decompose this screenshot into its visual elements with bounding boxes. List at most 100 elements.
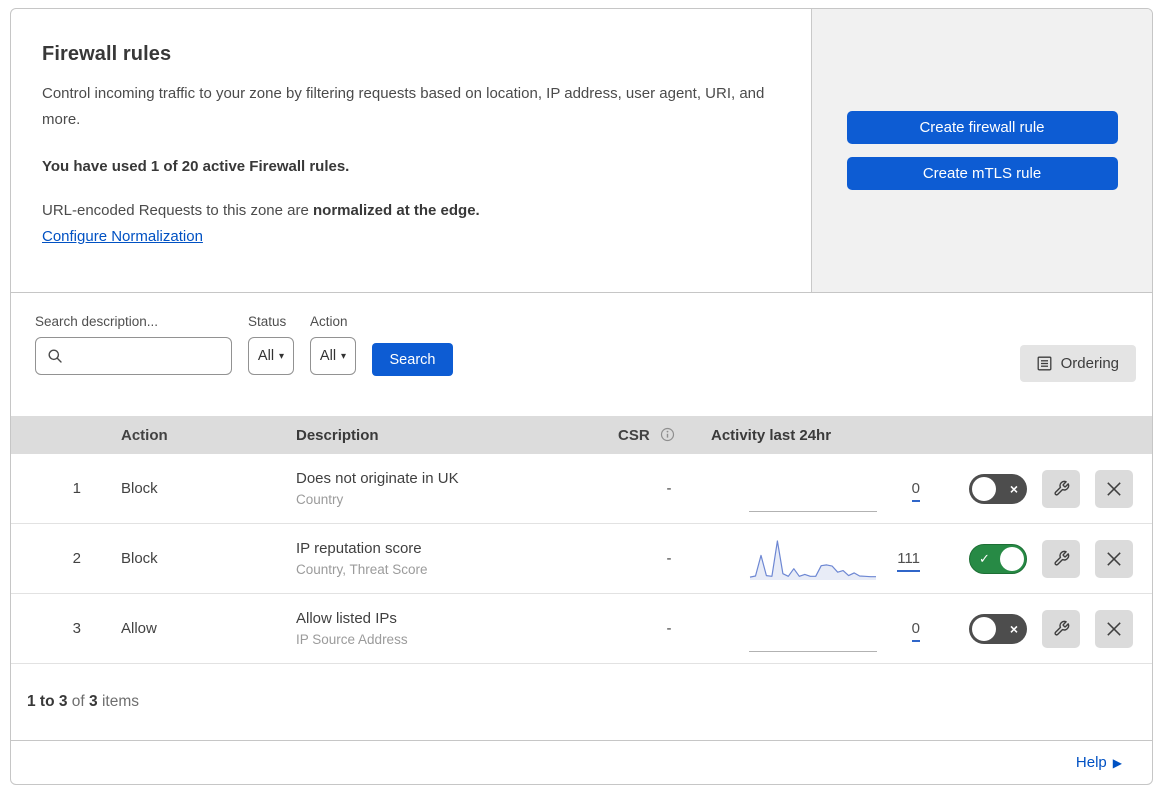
table-header: Action Description CSR Activity last 24h… (11, 416, 1152, 454)
items-word: items (97, 693, 139, 710)
rule-description[interactable]: Does not originate in UK (296, 470, 594, 487)
rule-csr: - (666, 480, 672, 497)
toggle-knob (972, 476, 996, 501)
rule-description-cell: Allow listed IPs IP Source Address (282, 610, 594, 647)
normalization-bold: normalized at the edge. (313, 201, 480, 219)
items-total: 3 (89, 693, 98, 710)
rule-priority: 3 (72, 620, 81, 637)
toggle-state-icon: × (1009, 620, 1018, 637)
rule-action: Block (121, 550, 158, 567)
rule-activity-cell: 0 (692, 466, 932, 512)
rule-description[interactable]: Allow listed IPs (296, 610, 594, 627)
close-icon (1105, 620, 1123, 638)
rule-csr: - (666, 620, 672, 637)
edit-rule-button[interactable] (1042, 539, 1080, 578)
rule-csr: - (666, 550, 672, 567)
table-row: 2 Block IP reputation score Country, Thr… (11, 524, 1152, 594)
delete-rule-button[interactable] (1095, 469, 1133, 508)
rule-description-cell: Does not originate in UK Country (282, 470, 594, 507)
ordering-button[interactable]: Ordering (1019, 345, 1136, 382)
rule-activity-cell: 0 (692, 606, 932, 652)
rule-enabled-toggle[interactable]: × (969, 613, 1027, 644)
page-title: Firewall rules (42, 43, 172, 65)
toggle-state-icon: × (1009, 480, 1018, 497)
rule-fields: IP Source Address (296, 632, 408, 647)
rule-controls: ✓ (932, 539, 1152, 578)
column-activity: Activity last 24hr (711, 426, 832, 444)
usage-notice: You have used 1 of 20 active Firewall ru… (42, 157, 350, 175)
close-icon (1105, 550, 1123, 568)
search-label: Search description... (35, 314, 159, 329)
normalization-prefix: URL-encoded Requests to this zone are (42, 201, 313, 219)
ordering-button-label: Ordering (1060, 355, 1119, 372)
table-row: 1 Block Does not originate in UK Country… (11, 454, 1152, 524)
status-label: Status (248, 314, 287, 329)
activity-count-link[interactable]: 0 (911, 619, 920, 642)
header-text-block: Firewall rules Control incoming traffic … (11, 9, 811, 292)
rule-description[interactable]: IP reputation score (296, 540, 594, 557)
info-icon[interactable] (660, 427, 675, 442)
close-icon (1105, 480, 1123, 498)
search-group: Search description... (35, 314, 232, 416)
activity-sparkline (749, 536, 877, 582)
firewall-rules-card: Firewall rules Control incoming traffic … (10, 8, 1153, 785)
pagination-summary: 1 to 3 of 3 items (11, 664, 1152, 741)
rule-controls: × (932, 469, 1152, 508)
search-button[interactable]: Search (372, 343, 453, 376)
activity-count-link[interactable]: 111 (897, 549, 920, 572)
search-box[interactable] (35, 337, 232, 375)
arrow-right-icon: ▶ (1112, 755, 1122, 770)
rule-priority: 1 (72, 480, 81, 497)
create-firewall-rule-button[interactable]: Create firewall rule (846, 111, 1118, 144)
rule-fields: Country (296, 492, 344, 507)
rule-action: Block (121, 480, 158, 497)
rule-activity-cell: 111 (692, 536, 932, 582)
edit-rule-button[interactable] (1042, 609, 1080, 648)
activity-sparkline-empty (749, 466, 877, 512)
normalization-notice: URL-encoded Requests to this zone are no… (42, 202, 771, 219)
table-row: 3 Allow Allow listed IPs IP Source Addre… (11, 594, 1152, 664)
chevron-down-icon: ▾ (341, 350, 347, 362)
help-label: Help (1075, 754, 1107, 771)
column-action: Action (121, 426, 168, 444)
create-mtls-rule-button[interactable]: Create mTLS rule (846, 157, 1118, 190)
action-filter-group: Action All ▾ (310, 314, 356, 416)
wrench-icon (1053, 550, 1070, 567)
list-ordering-icon (1037, 356, 1052, 371)
search-input[interactable] (70, 348, 231, 364)
status-dropdown[interactable]: All ▾ (248, 337, 294, 375)
configure-normalization-link[interactable]: Configure Normalization (42, 228, 203, 245)
header-section: Firewall rules Control incoming traffic … (11, 9, 1152, 293)
page-description: Control incoming traffic to your zone by… (42, 85, 765, 128)
action-value: All (319, 348, 337, 364)
rule-enabled-toggle[interactable]: ✓ (969, 543, 1027, 574)
rule-controls: × (932, 609, 1152, 648)
action-dropdown[interactable]: All ▾ (310, 337, 356, 375)
column-csr: CSR (594, 427, 692, 444)
rule-description-cell: IP reputation score Country, Threat Scor… (282, 540, 594, 577)
status-filter-group: Status All ▾ (248, 314, 294, 416)
activity-sparkline-empty (749, 606, 877, 652)
rule-fields: Country, Threat Score (296, 562, 428, 577)
wrench-icon (1053, 480, 1070, 497)
actions-panel: Create firewall rule Create mTLS rule (811, 9, 1152, 292)
rule-priority: 2 (72, 550, 81, 567)
filter-bar: Search description... Status All ▾ Actio… (11, 293, 1152, 416)
activity-count-link[interactable]: 0 (911, 479, 920, 502)
delete-rule-button[interactable] (1095, 609, 1133, 648)
rule-enabled-toggle[interactable]: × (969, 473, 1027, 504)
action-label: Action (310, 314, 348, 329)
search-icon (47, 348, 63, 364)
wrench-icon (1053, 620, 1070, 637)
items-of: of (67, 693, 90, 710)
toggle-state-icon: ✓ (979, 550, 990, 566)
column-csr-label: CSR (618, 426, 650, 444)
toggle-knob (972, 616, 996, 641)
rule-action: Allow (121, 620, 157, 637)
items-range: 1 to 3 (27, 693, 68, 710)
column-description: Description (296, 426, 379, 444)
delete-rule-button[interactable] (1095, 539, 1133, 578)
help-link[interactable]: Help ▶ (1076, 754, 1122, 771)
status-value: All (257, 348, 275, 364)
edit-rule-button[interactable] (1042, 469, 1080, 508)
